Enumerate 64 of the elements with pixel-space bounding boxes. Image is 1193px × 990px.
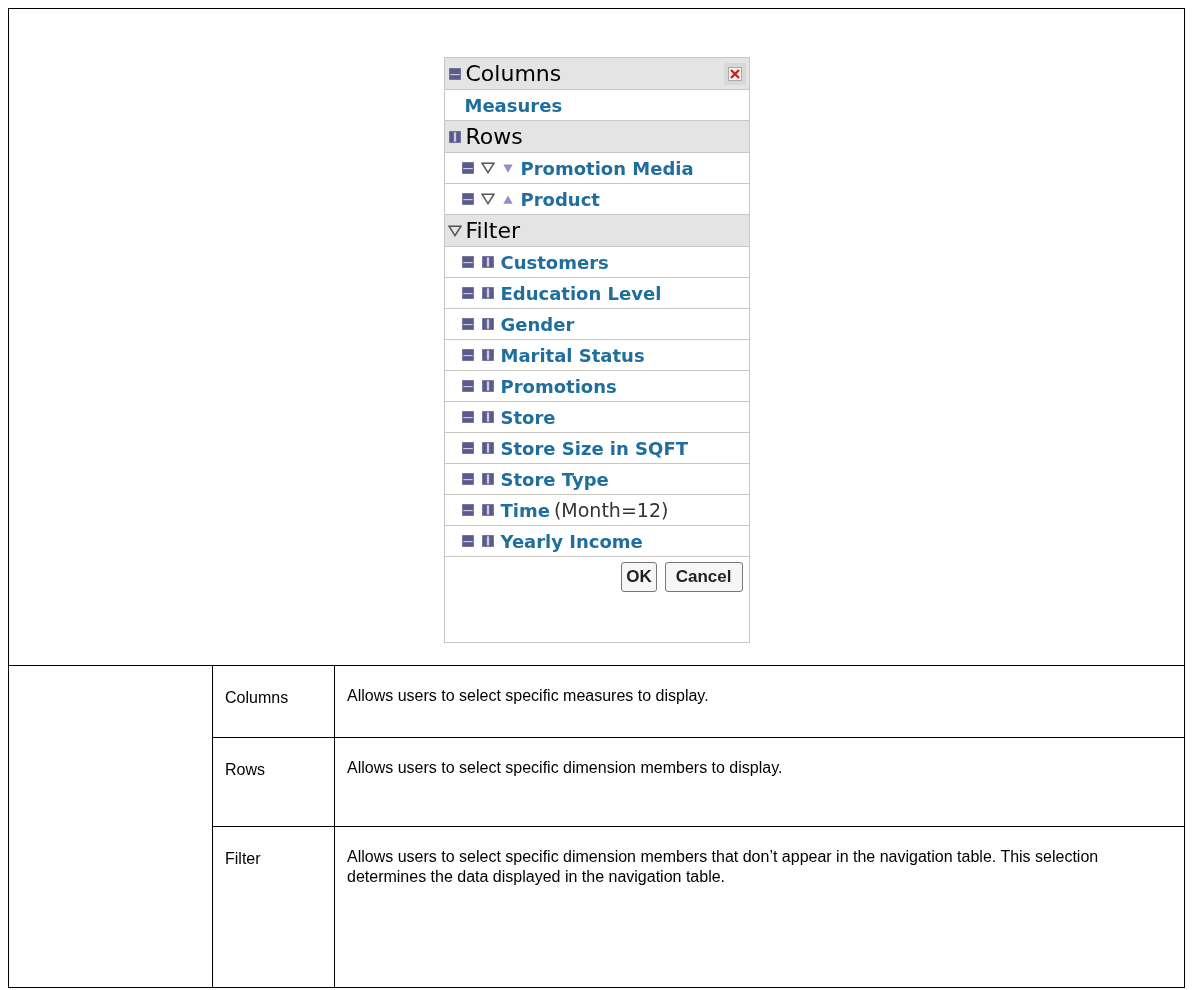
- item-label[interactable]: Education Level: [500, 279, 662, 307]
- close-button[interactable]: [723, 62, 746, 85]
- item-note: (Month=12): [553, 497, 669, 523]
- item-label[interactable]: Customers: [500, 248, 609, 276]
- item-label[interactable]: Marital Status: [500, 341, 645, 369]
- list-item[interactable]: Yearly Income: [444, 526, 749, 557]
- rows-layout-icon[interactable]: [460, 317, 475, 331]
- item-label[interactable]: Promotions: [500, 372, 617, 400]
- rows-layout-icon[interactable]: [460, 503, 475, 517]
- table-cell-text: Allows users to select specific dimension members that don’t appear in the navigation table. This selection determines the data displayed in the navigation table.: [346, 847, 1100, 887]
- rows-layout-icon[interactable]: [460, 472, 475, 486]
- item-label[interactable]: Store: [500, 403, 556, 431]
- rows-layout-icon[interactable]: [460, 161, 475, 175]
- rows-layout-icon[interactable]: [460, 192, 475, 206]
- columns-layout-icon[interactable]: [480, 255, 495, 269]
- list-item[interactable]: Store: [444, 402, 749, 433]
- item-label[interactable]: Yearly Income: [500, 527, 643, 555]
- rows-layout-icon[interactable]: [460, 348, 475, 362]
- rows-layout-icon[interactable]: [460, 379, 475, 393]
- item-label[interactable]: Product: [520, 185, 600, 213]
- filter-icon[interactable]: [447, 223, 462, 238]
- list-item[interactable]: Time (Month=12): [444, 495, 749, 526]
- list-item[interactable]: Promotion Media: [444, 153, 749, 184]
- section-title: Rows: [465, 125, 524, 148]
- list-item[interactable]: Store Size in SQFT: [444, 433, 749, 464]
- list-item[interactable]: Promotions: [444, 371, 749, 402]
- item-label[interactable]: Measures: [464, 91, 563, 119]
- item-label[interactable]: Gender: [500, 310, 575, 338]
- rows-layout-icon[interactable]: [460, 534, 475, 548]
- item-label[interactable]: Store Type: [500, 465, 609, 493]
- item-label[interactable]: Store Size in SQFT: [500, 434, 688, 462]
- filter-icon[interactable]: [480, 192, 495, 206]
- rows-layout-icon[interactable]: [447, 66, 462, 81]
- columns-layout-icon[interactable]: [480, 348, 495, 362]
- rows-layout-icon[interactable]: [460, 286, 475, 300]
- rows-layout-icon[interactable]: [460, 410, 475, 424]
- columns-layout-icon[interactable]: [480, 534, 495, 548]
- table-cell-text: Allows users to select specific dimension members to display.: [346, 758, 784, 778]
- table-cell: Columns: [213, 666, 335, 737]
- section-title: Filter: [465, 219, 521, 242]
- filter-icon[interactable]: [480, 161, 495, 175]
- item-label[interactable]: Time: [500, 496, 550, 524]
- cancel-button[interactable]: Cancel: [664, 562, 743, 592]
- columns-layout-icon[interactable]: [480, 286, 495, 300]
- table-cell-text: Allows users to select specific measures to display.: [346, 686, 710, 706]
- columns-layout-icon[interactable]: [480, 317, 495, 331]
- columns-layout-icon[interactable]: [480, 472, 495, 486]
- list-item[interactable]: Marital Status: [444, 340, 749, 371]
- columns-layout-icon[interactable]: [480, 503, 495, 517]
- table-cell: Rows: [213, 738, 335, 826]
- rows-layout-icon[interactable]: [460, 255, 475, 269]
- list-item[interactable]: Gender: [444, 309, 749, 340]
- columns-layout-icon[interactable]: [480, 441, 495, 455]
- columns-layout-icon[interactable]: [447, 129, 462, 144]
- list-item[interactable]: Education Level: [444, 278, 749, 309]
- rows-layout-icon[interactable]: [460, 441, 475, 455]
- columns-layout-icon[interactable]: [480, 379, 495, 393]
- section-title: Columns: [465, 62, 563, 85]
- item-label[interactable]: Promotion Media: [520, 154, 694, 182]
- table-cell: Filter: [213, 827, 335, 987]
- ok-button[interactable]: OK: [621, 562, 657, 592]
- list-item[interactable]: Customers: [444, 247, 749, 278]
- columns-layout-icon[interactable]: [480, 410, 495, 424]
- list-item[interactable]: Store Type: [444, 464, 749, 495]
